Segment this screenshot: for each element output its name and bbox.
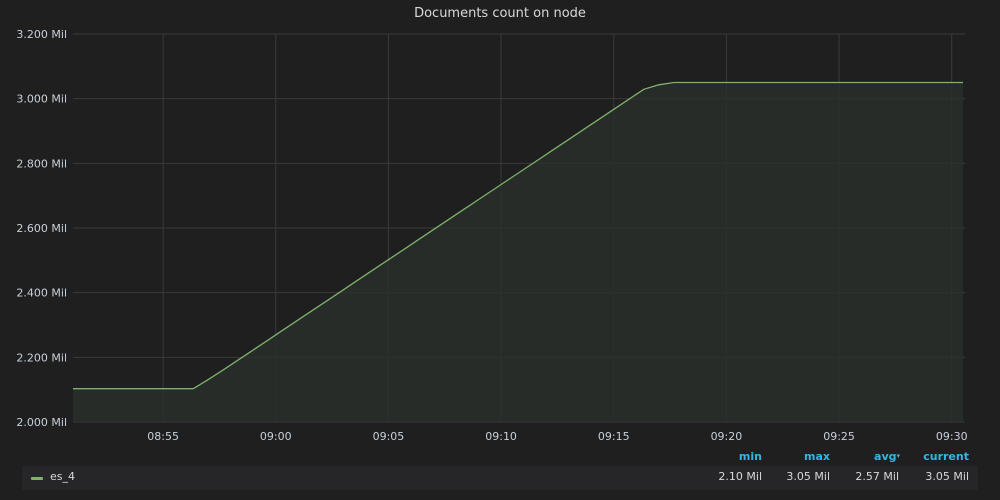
legend-row-es-4[interactable]: es_4 2.10 Mil 3.05 Mil 2.57 Mil 3.05 Mil	[22, 466, 978, 490]
y-tick-label: 2.600 Mil	[16, 222, 67, 235]
x-tick-label: 08:55	[147, 430, 179, 443]
x-tick-label: 09:15	[598, 430, 630, 443]
legend-header-min[interactable]: min	[712, 450, 762, 463]
y-tick-label: 2.400 Mil	[16, 287, 67, 300]
sort-desc-icon: ▾	[896, 452, 900, 460]
legend-value-min: 2.10 Mil	[718, 470, 762, 483]
legend-header-current[interactable]: current	[910, 450, 969, 463]
legend-value-current: 3.05 Mil	[925, 470, 969, 483]
x-tick-label: 09:00	[260, 430, 292, 443]
series-area-fill	[73, 82, 963, 422]
x-tick-label: 09:30	[936, 430, 968, 443]
y-tick-label: 3.000 Mil	[16, 93, 67, 106]
x-tick-label: 09:05	[373, 430, 405, 443]
chart-plot[interactable]: 2.000 Mil 2.200 Mil 2.400 Mil 2.600 Mil 2.80…	[0, 0, 1000, 460]
x-tick-label: 09:20	[711, 430, 743, 443]
series-color-swatch[interactable]	[31, 477, 43, 480]
y-tick-label: 3.200 Mil	[16, 28, 67, 41]
legend-value-max: 3.05 Mil	[786, 470, 830, 483]
y-tick-label: 2.800 Mil	[16, 157, 67, 170]
legend-header-avg[interactable]: avg▾	[846, 450, 900, 463]
legend-value-avg: 2.57 Mil	[855, 470, 899, 483]
y-tick-label: 2.000 Mil	[16, 416, 67, 429]
legend-series-name[interactable]: es_4	[50, 470, 75, 483]
x-tick-label: 09:10	[485, 430, 517, 443]
y-tick-label: 2.200 Mil	[16, 351, 67, 364]
x-tick-label: 09:25	[823, 430, 855, 443]
legend-header-max[interactable]: max	[780, 450, 830, 463]
